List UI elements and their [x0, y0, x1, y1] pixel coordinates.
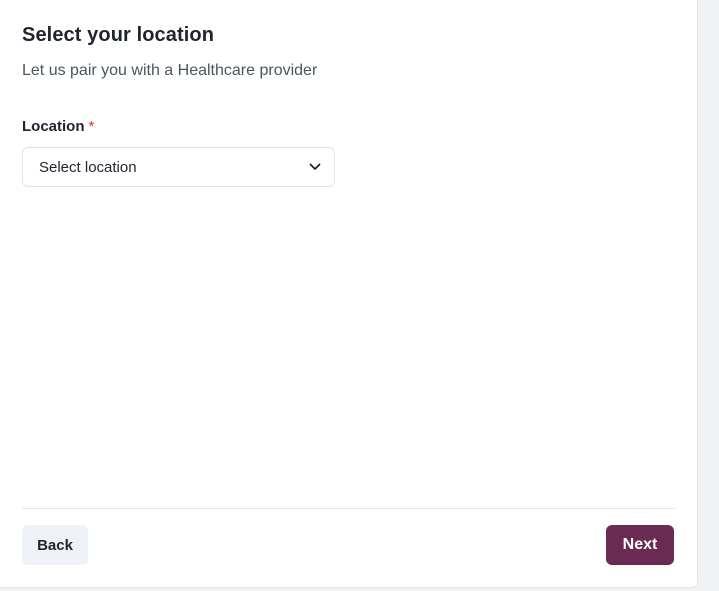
required-marker: *: [88, 118, 95, 135]
next-button[interactable]: Next: [606, 525, 674, 565]
chevron-down-icon: [308, 160, 322, 174]
location-step-card: Select your location Let us pair you wit…: [0, 0, 698, 588]
back-button[interactable]: Back: [22, 525, 88, 565]
footer-divider: [22, 508, 675, 509]
location-select-value: Select location: [39, 158, 137, 176]
location-select[interactable]: Select location: [22, 147, 335, 187]
page-title: Select your location: [22, 24, 215, 46]
location-field-label: Location *: [22, 118, 94, 135]
location-label-text: Location: [22, 118, 85, 135]
page-subtitle: Let us pair you with a Healthcare provid…: [22, 62, 318, 79]
